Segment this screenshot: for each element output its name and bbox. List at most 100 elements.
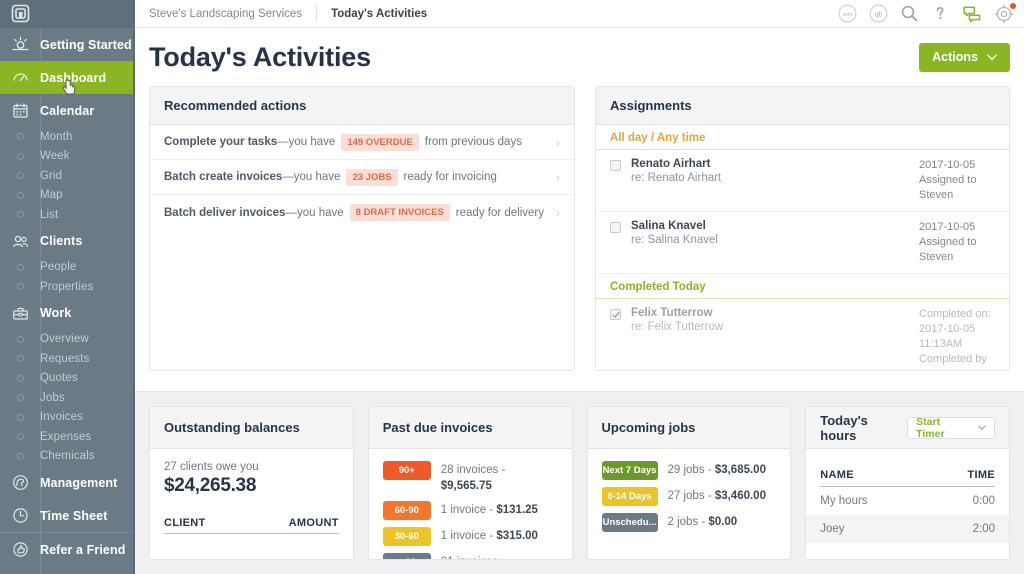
upcoming-job-row: 8-14 Days 27 jobs - $3,460.00 xyxy=(602,487,777,506)
app-logo-icon[interactable] xyxy=(0,4,40,23)
chevron-right-icon: › xyxy=(556,205,574,220)
hours-row-name: Joey xyxy=(820,523,844,535)
chat-icon[interactable] xyxy=(962,4,982,23)
page-title-row: Today's Activities Actions xyxy=(135,28,1024,86)
clock-icon xyxy=(0,507,40,524)
assignment-subtitle: re: Salina Knavel xyxy=(631,234,919,246)
sidebar-item-quotes[interactable]: Quotes xyxy=(0,369,133,389)
aging-bucket-tag[interactable]: 90+ xyxy=(383,461,431,480)
assignment-checkbox[interactable] xyxy=(610,222,621,233)
past-due-text: 1 invoice - $315.00 xyxy=(441,527,538,544)
upcoming-job-text: 27 jobs - $3,460.00 xyxy=(668,487,766,504)
assignments-card: Assignments All day / Any time Renato Ai… xyxy=(595,86,1010,371)
sidebar-item-jobs[interactable]: Jobs xyxy=(0,388,133,408)
chevron-right-icon: › xyxy=(556,135,574,150)
upcoming-jobs-card: Upcoming jobs Next 7 Days 29 jobs - $3,6… xyxy=(587,406,792,560)
action-badge: 23 JOBS xyxy=(346,169,397,186)
column-header-client: CLIENT xyxy=(164,517,206,529)
assignment-row-completed[interactable]: Felix Tutterrow re: Felix Tutterrow Comp… xyxy=(596,299,1009,370)
sidebar-item-grid[interactable]: Grid xyxy=(0,166,133,186)
assignment-name[interactable]: Renato Airhart xyxy=(631,158,919,170)
assignment-checkbox-checked[interactable] xyxy=(610,309,621,320)
actions-button[interactable]: Actions xyxy=(919,43,1010,72)
column-header-time: TIME xyxy=(968,469,995,481)
card-header: Assignments xyxy=(596,87,1009,125)
sidebar-item-overview[interactable]: Overview xyxy=(0,330,133,350)
quickbooks-icon[interactable]: qb xyxy=(869,4,888,23)
sidebar-item-clients[interactable]: Clients xyxy=(0,225,133,258)
aging-bucket-tag[interactable]: < 30 xyxy=(383,553,431,559)
sidebar-item-label: Management xyxy=(40,476,117,490)
assignment-row[interactable]: Renato Airhart re: Renato Airhart 2017-1… xyxy=(596,150,1009,212)
assignment-main: Felix Tutterrow re: Felix Tutterrow xyxy=(631,307,919,367)
upcoming-jobs-title: Upcoming jobs xyxy=(602,420,696,435)
breadcrumb-company[interactable]: Steve's Landscaping Services xyxy=(149,8,302,20)
bullet-icon xyxy=(0,211,40,218)
sidebar-item-requests[interactable]: Requests xyxy=(0,349,133,369)
xero-icon[interactable]: xero xyxy=(838,4,857,23)
action-title: Batch deliver invoices xyxy=(164,207,285,219)
sidebar-item-week[interactable]: Week xyxy=(0,147,133,167)
aging-bucket-tag[interactable]: 30-60 xyxy=(383,527,431,546)
assignment-checkbox[interactable] xyxy=(610,160,621,171)
sidebar-item-expenses[interactable]: Expenses xyxy=(0,427,133,447)
sidebar-item-label: Invoices xyxy=(40,411,83,423)
sidebar-item-label: Properties xyxy=(40,281,93,293)
sidebar-item-getting-started[interactable]: Getting Started xyxy=(0,28,133,61)
recommended-actions-body: Complete your tasks —you have 149 OVERDU… xyxy=(150,125,574,370)
todays-hours-body: NAME TIME My hours 0:00 Joey 2:00 xyxy=(806,449,1009,559)
sidebar-item-list[interactable]: List xyxy=(0,205,133,225)
assignment-name[interactable]: Felix Tutterrow xyxy=(631,307,919,319)
start-timer-button[interactable]: Start Timer xyxy=(907,417,995,439)
assignment-name[interactable]: Salina Knavel xyxy=(631,220,919,232)
recommended-action-row[interactable]: Complete your tasks —you have 149 OVERDU… xyxy=(150,125,574,160)
outstanding-balances-body: 27 clients owe you $24,265.38 CLIENT AMO… xyxy=(150,449,353,559)
hours-row-time: 0:00 xyxy=(973,495,995,507)
past-due-text: 1 invoice - $131.25 xyxy=(441,501,538,518)
bottom-card-area: Outstanding balances 27 clients owe you … xyxy=(135,391,1024,574)
action-title: Complete your tasks xyxy=(164,136,277,148)
settings-gear-icon[interactable] xyxy=(994,4,1014,24)
column-header-amount: AMOUNT xyxy=(289,517,339,529)
assignment-row[interactable]: Salina Knavel re: Salina Knavel 2017-10-… xyxy=(596,212,1009,274)
recommended-action-row[interactable]: Batch deliver invoices —you have 8 DRAFT… xyxy=(150,195,574,230)
sidebar-item-chemicals[interactable]: Chemicals xyxy=(0,447,133,467)
assignment-subtitle: re: Felix Tutterrow xyxy=(631,321,919,333)
search-icon[interactable] xyxy=(900,4,919,23)
sidebar-item-label: Overview xyxy=(40,333,89,345)
sidebar-item-work[interactable]: Work xyxy=(0,297,133,330)
sidebar-item-dashboard[interactable]: Dashboard xyxy=(0,61,133,94)
sidebar-item-calendar[interactable]: Calendar xyxy=(0,94,133,127)
sidebar-item-people[interactable]: People xyxy=(0,258,133,278)
past-due-row: 30-60 1 invoice - $315.00 xyxy=(383,527,558,546)
aging-bucket-tag[interactable]: 60-90 xyxy=(383,501,431,520)
bullet-icon xyxy=(0,192,40,199)
sidebar-item-label: Week xyxy=(40,150,70,162)
assignment-subtitle: re: Renato Airhart xyxy=(631,172,919,184)
upcoming-job-row: Next 7 Days 29 jobs - $3,685.00 xyxy=(602,461,777,480)
sidebar-item-properties[interactable]: Properties xyxy=(0,277,133,297)
sidebar-item-invoices[interactable]: Invoices xyxy=(0,408,133,428)
help-icon[interactable] xyxy=(931,4,950,23)
sidebar-item-time-sheet[interactable]: Time Sheet xyxy=(0,499,133,532)
sidebar-item-map[interactable]: Map xyxy=(0,186,133,206)
bullet-icon xyxy=(0,283,40,290)
hours-row-time: 2:00 xyxy=(973,523,995,535)
job-period-tag[interactable]: 8-14 Days xyxy=(602,487,658,506)
sidebar-item-label: Dashboard xyxy=(40,71,106,85)
card-header: Outstanding balances xyxy=(150,407,353,449)
assignment-meta: 2017-10-05 Assigned to Steven xyxy=(919,220,995,265)
past-due-row: < 30 31 invoices - $13,866.63 xyxy=(383,553,558,559)
sidebar-item-management[interactable]: Management xyxy=(0,466,133,499)
past-due-text: 31 invoices - $13,866.63 xyxy=(441,553,506,559)
sidebar-item-refer-a-friend[interactable]: Refer a Friend xyxy=(0,533,133,566)
job-period-tag[interactable]: Next 7 Days xyxy=(602,461,658,480)
job-period-tag[interactable]: Unschedu... xyxy=(602,513,658,532)
hours-table-header: NAME TIME xyxy=(820,461,995,487)
hours-row: Joey 2:00 xyxy=(806,515,1009,543)
bullet-icon xyxy=(0,336,40,343)
sidebar-item-label: Calendar xyxy=(40,104,94,118)
sidebar-logo-row[interactable] xyxy=(0,0,133,28)
recommended-action-row[interactable]: Batch create invoices —you have 23 JOBS … xyxy=(150,160,574,195)
sidebar-item-month[interactable]: Month xyxy=(0,127,133,147)
